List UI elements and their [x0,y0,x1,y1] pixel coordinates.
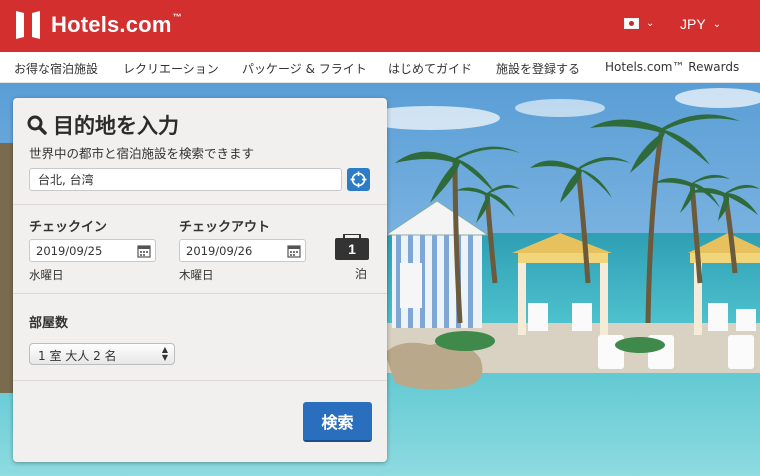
rooms-label: 部屋数 [29,316,69,331]
nav-item-deals[interactable]: お得な宿泊施設 [14,60,98,77]
checkin-weekday: 水曜日 [29,268,64,282]
checkout-weekday: 木曜日 [179,268,214,282]
checkin-date-field[interactable]: 2019/09/25 [29,239,156,262]
currency-selector[interactable]: JPY ⌄ [680,16,721,32]
divider [13,380,387,381]
divider [13,293,387,294]
checkout-date-field[interactable]: 2019/09/26 [179,239,306,262]
destination-input[interactable] [29,168,342,191]
search-card-title: 目的地を入力 [53,114,179,138]
search-button[interactable]: 検索 [303,402,372,442]
search-icon [27,115,47,135]
hotels-logo[interactable]: Hotels.com™ [13,10,182,40]
current-location-button[interactable] [347,168,370,191]
currency-label: JPY [680,16,706,32]
japan-flag-icon [624,18,639,29]
nav-item-rewards[interactable]: Hotels.com™ Rewards [605,60,739,74]
divider [13,204,387,205]
calendar-icon [137,245,151,258]
nights-count-icon: 1 [335,234,369,260]
nights-label: 泊 [355,267,368,281]
select-arrows-icon: ▲ ▼ [161,345,168,362]
checkin-label: チェックイン [29,220,108,235]
crosshair-icon [350,171,367,188]
calendar-icon [287,245,301,258]
top-header: Hotels.com™ ⌄ JPY ⌄ [0,0,760,52]
locale-selector[interactable]: ⌄ [624,18,654,29]
rooms-select-value: 1 室 大人 2 名 [38,349,117,363]
search-card: 目的地を入力 世界中の都市と宿泊施設を検索できます チェックイン 2019/09… [13,98,387,462]
nav-item-list-property[interactable]: 施設を登録する [496,60,580,77]
nav-item-recreation[interactable]: レクリエーション [123,60,219,77]
search-card-header: 目的地を入力 [27,110,179,140]
checkout-label: チェックアウト [179,220,271,235]
search-card-subtitle: 世界中の都市と宿泊施設を検索できます [29,146,255,161]
rooms-select[interactable]: 1 室 大人 2 名 ▲ ▼ [29,343,175,365]
hotels-logo-icon [16,11,40,39]
nav-item-packages[interactable]: パッケージ & フライト [242,60,367,77]
nav-item-first-guide[interactable]: はじめてガイド [388,60,472,77]
logo-text: Hotels.com™ [51,12,182,37]
secondary-nav: お得な宿泊施設 レクリエーション パッケージ & フライト はじめてガイド 施設… [0,52,760,83]
nights-count: 1 [348,241,356,257]
checkin-date-value: 2019/09/25 [36,244,103,258]
chevron-down-icon: ⌄ [712,18,722,30]
chevron-down-icon: ⌄ [646,18,655,29]
checkout-date-value: 2019/09/26 [186,244,253,258]
